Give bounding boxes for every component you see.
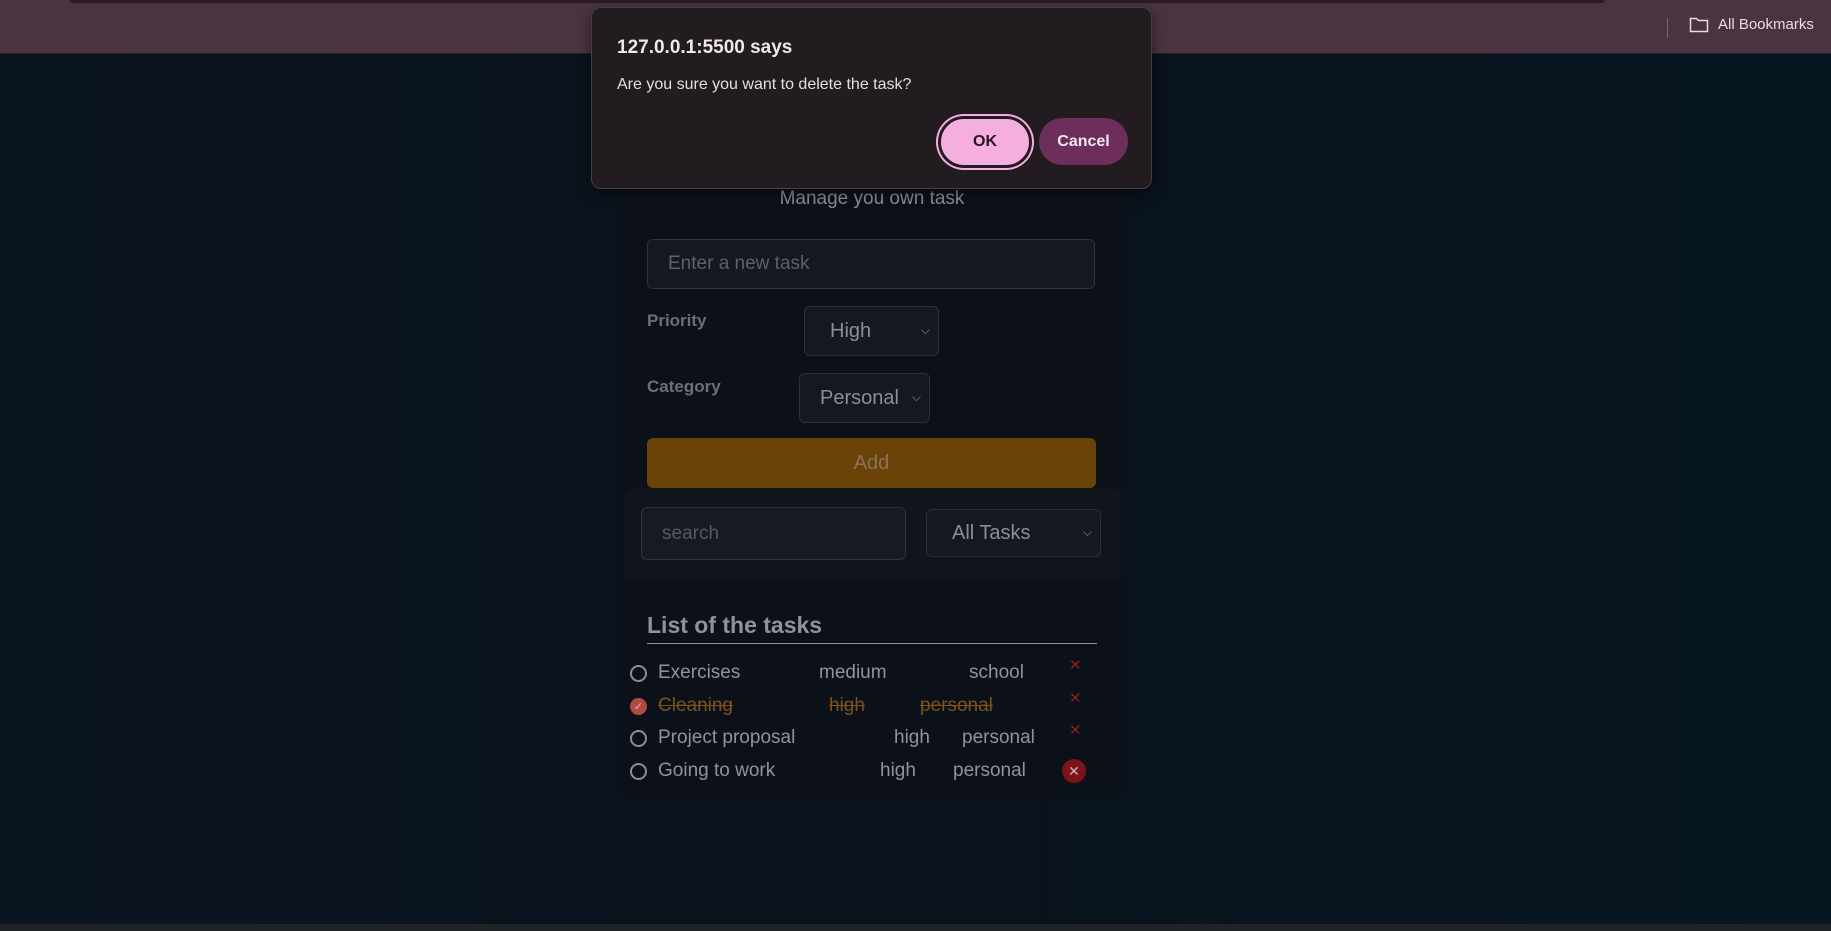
dialog-message: Are you sure you want to delete the task… [617, 76, 912, 93]
task-checkbox[interactable] [630, 665, 647, 682]
priority-label: Priority [647, 311, 707, 330]
search-input[interactable] [641, 507, 906, 560]
task-category: personal [953, 760, 1026, 781]
category-select-value: Personal [820, 386, 899, 409]
address-bar-edge [70, 0, 1605, 3]
all-bookmarks-button[interactable]: All Bookmarks [1689, 16, 1814, 33]
delete-task-button[interactable]: ✕ [1069, 689, 1082, 707]
delete-task-button[interactable]: ✕ [1069, 656, 1082, 674]
task-filter-select[interactable]: All Tasks ⌵ [926, 509, 1101, 557]
task-priority: medium [819, 662, 887, 683]
task-name: Exercises [658, 662, 741, 683]
bookmarks-separator [1667, 18, 1668, 38]
add-task-button[interactable]: Add [647, 438, 1096, 488]
task-priority: high [829, 695, 865, 716]
task-name: Going to work [658, 760, 776, 781]
task-name: Project proposal [658, 727, 796, 748]
category-select[interactable]: Personal ⌵ [799, 373, 930, 423]
folder-icon [1689, 17, 1709, 33]
task-name: Cleaning [658, 695, 733, 716]
task-row: ✓ Cleaning high personal ✕ [629, 690, 1099, 723]
task-list-title: List of the tasks [647, 612, 823, 638]
all-bookmarks-label: All Bookmarks [1718, 16, 1814, 33]
dialog-title: 127.0.0.1:5500 says [617, 37, 793, 58]
delete-task-button[interactable]: ✕ [1069, 721, 1082, 739]
priority-select-value: High [830, 319, 872, 342]
task-checkbox[interactable] [630, 763, 647, 780]
delete-task-button[interactable]: ✕ [1062, 759, 1086, 783]
priority-select[interactable]: High ⌵ [804, 306, 939, 356]
bottom-strip [0, 924, 1831, 931]
task-row: Exercises medium school ✕ [629, 657, 1099, 690]
task-checkbox[interactable] [630, 730, 647, 747]
task-category: school [969, 662, 1024, 683]
app-subtitle: Manage you own task [779, 188, 965, 209]
task-priority: high [880, 760, 916, 781]
cancel-button[interactable]: Cancel [1039, 118, 1128, 165]
confirm-dialog: 127.0.0.1:5500 says Are you sure you wan… [591, 7, 1152, 189]
chevron-down-icon: ⌵ [920, 322, 930, 337]
new-task-input[interactable] [647, 239, 1095, 289]
chevron-down-icon: ⌵ [1082, 524, 1092, 539]
task-category: personal [920, 695, 993, 716]
task-checkbox-checked[interactable]: ✓ [630, 698, 647, 715]
task-filter-value: All Tasks [952, 521, 1031, 544]
chevron-down-icon: ⌵ [911, 389, 921, 404]
task-row: Going to work high personal ✕ [629, 759, 1099, 788]
task-priority: high [894, 727, 930, 748]
ok-button[interactable]: OK [938, 116, 1032, 168]
category-label: Category [647, 377, 721, 396]
task-row: Project proposal high personal ✕ [629, 722, 1099, 755]
task-category: personal [962, 727, 1035, 748]
task-list-divider [647, 643, 1097, 644]
